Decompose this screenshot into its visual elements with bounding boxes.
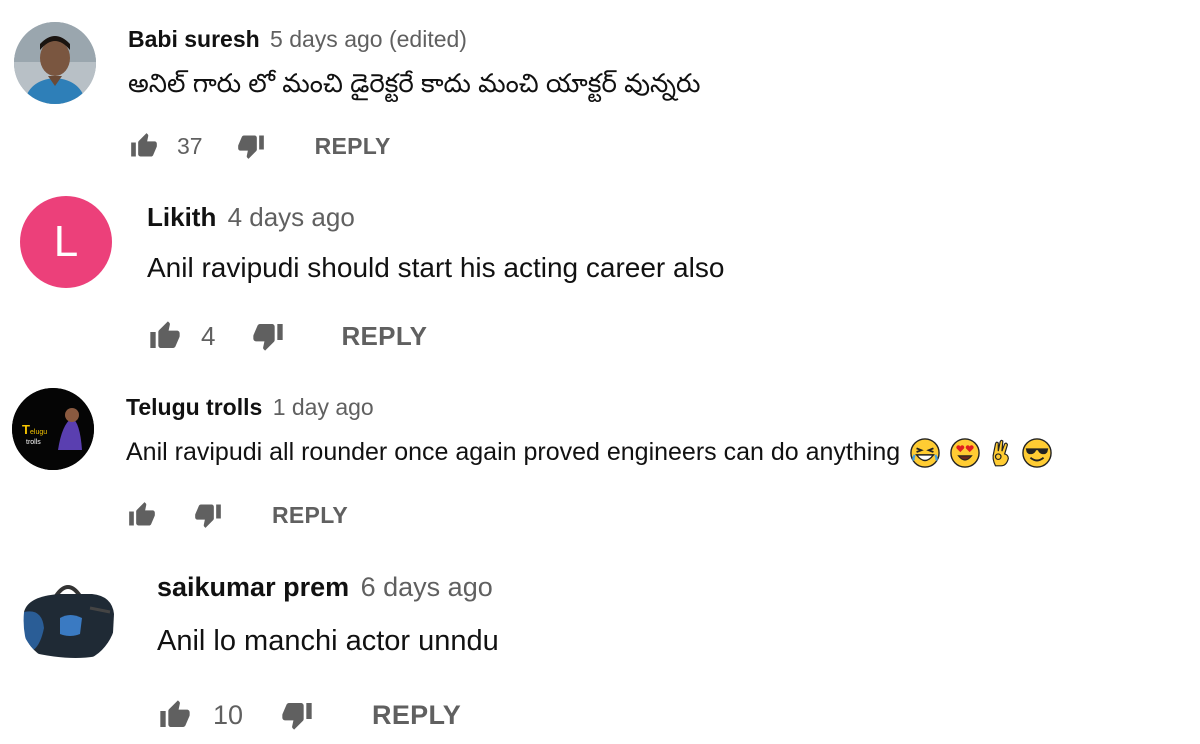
avatar-letter: L	[53, 217, 79, 266]
thumbs-up-icon[interactable]	[157, 699, 193, 731]
like-count: 10	[213, 699, 244, 730]
comment-header: Babi suresh 5 days ago (edited)	[128, 26, 467, 53]
comment-actions: 10 REPLY	[157, 697, 461, 733]
comment-actions: 37 REPLY	[128, 130, 391, 162]
thumbs-down-icon[interactable]	[250, 320, 286, 352]
reply-button[interactable]: REPLY	[315, 133, 391, 160]
channel-logo-icon: T elugu trolls	[12, 388, 94, 470]
comment-text: Anil ravipudi should start his acting ca…	[147, 252, 725, 283]
comment-text: Anil lo manchi actor unndu	[157, 625, 499, 657]
thumbs-up-icon[interactable]	[128, 132, 160, 160]
author-name[interactable]: Likith	[147, 202, 216, 232]
reply-button[interactable]: REPLY	[341, 321, 427, 352]
svg-text:trolls: trolls	[26, 439, 41, 446]
comment-1: Babi suresh 5 days ago (edited) అనిల్ గా…	[0, 0, 1200, 180]
author-name[interactable]: saikumar prem	[157, 572, 349, 602]
comment-header: Telugu trolls 1 day ago	[126, 394, 374, 421]
svg-text:T: T	[22, 422, 30, 437]
author-name[interactable]: Babi suresh	[128, 26, 260, 52]
timestamp[interactable]: 5 days ago (edited)	[270, 26, 467, 52]
bag-photo-icon	[20, 568, 116, 664]
reply-button[interactable]: REPLY	[372, 700, 461, 731]
avatar[interactable]	[14, 22, 96, 104]
thumbs-down-icon[interactable]	[279, 699, 315, 731]
comment-actions: REPLY	[126, 500, 348, 530]
comment-2: L Likith 4 days ago Anil ravipudi should…	[0, 180, 1200, 370]
comment-text: Anil ravipudi all rounder once again pro…	[126, 438, 1052, 469]
thumbs-down-icon[interactable]	[192, 501, 224, 529]
comment-3: T elugu trolls Telugu trolls 1 day ago A…	[0, 370, 1200, 550]
avatar[interactable]: T elugu trolls	[12, 388, 94, 470]
avatar[interactable]: L	[20, 196, 112, 288]
timestamp[interactable]: 4 days ago	[228, 202, 355, 232]
person-photo-icon	[14, 22, 96, 104]
reply-button[interactable]: REPLY	[272, 502, 348, 529]
smiling-face-with-sunglasses-icon	[1022, 438, 1052, 469]
avatar[interactable]	[20, 568, 116, 664]
heart-eyes-face-icon	[950, 438, 980, 469]
comment-4: saikumar prem 6 days ago Anil lo manchi …	[0, 550, 1200, 744]
grinning-squinting-face-icon	[910, 438, 940, 469]
like-count: 4	[201, 320, 216, 351]
timestamp[interactable]: 1 day ago	[273, 394, 374, 420]
thumbs-up-icon[interactable]	[126, 501, 158, 529]
comment-text: అనిల్ గారు లో మంచి డైరెక్టరే కాదు మంచి య…	[128, 68, 701, 98]
comment-text-content: Anil ravipudi all rounder once again pro…	[126, 438, 901, 466]
comment-header: Likith 4 days ago	[147, 202, 355, 233]
ok-hand-icon	[990, 438, 1012, 468]
thumbs-down-icon[interactable]	[235, 132, 267, 160]
comment-actions: 4 REPLY	[147, 318, 427, 354]
comment-header: saikumar prem 6 days ago	[157, 572, 493, 603]
timestamp[interactable]: 6 days ago	[361, 572, 493, 602]
thumbs-up-icon[interactable]	[147, 320, 183, 352]
author-name[interactable]: Telugu trolls	[126, 394, 262, 420]
svg-text:elugu: elugu	[30, 429, 47, 436]
like-count: 37	[177, 132, 203, 159]
